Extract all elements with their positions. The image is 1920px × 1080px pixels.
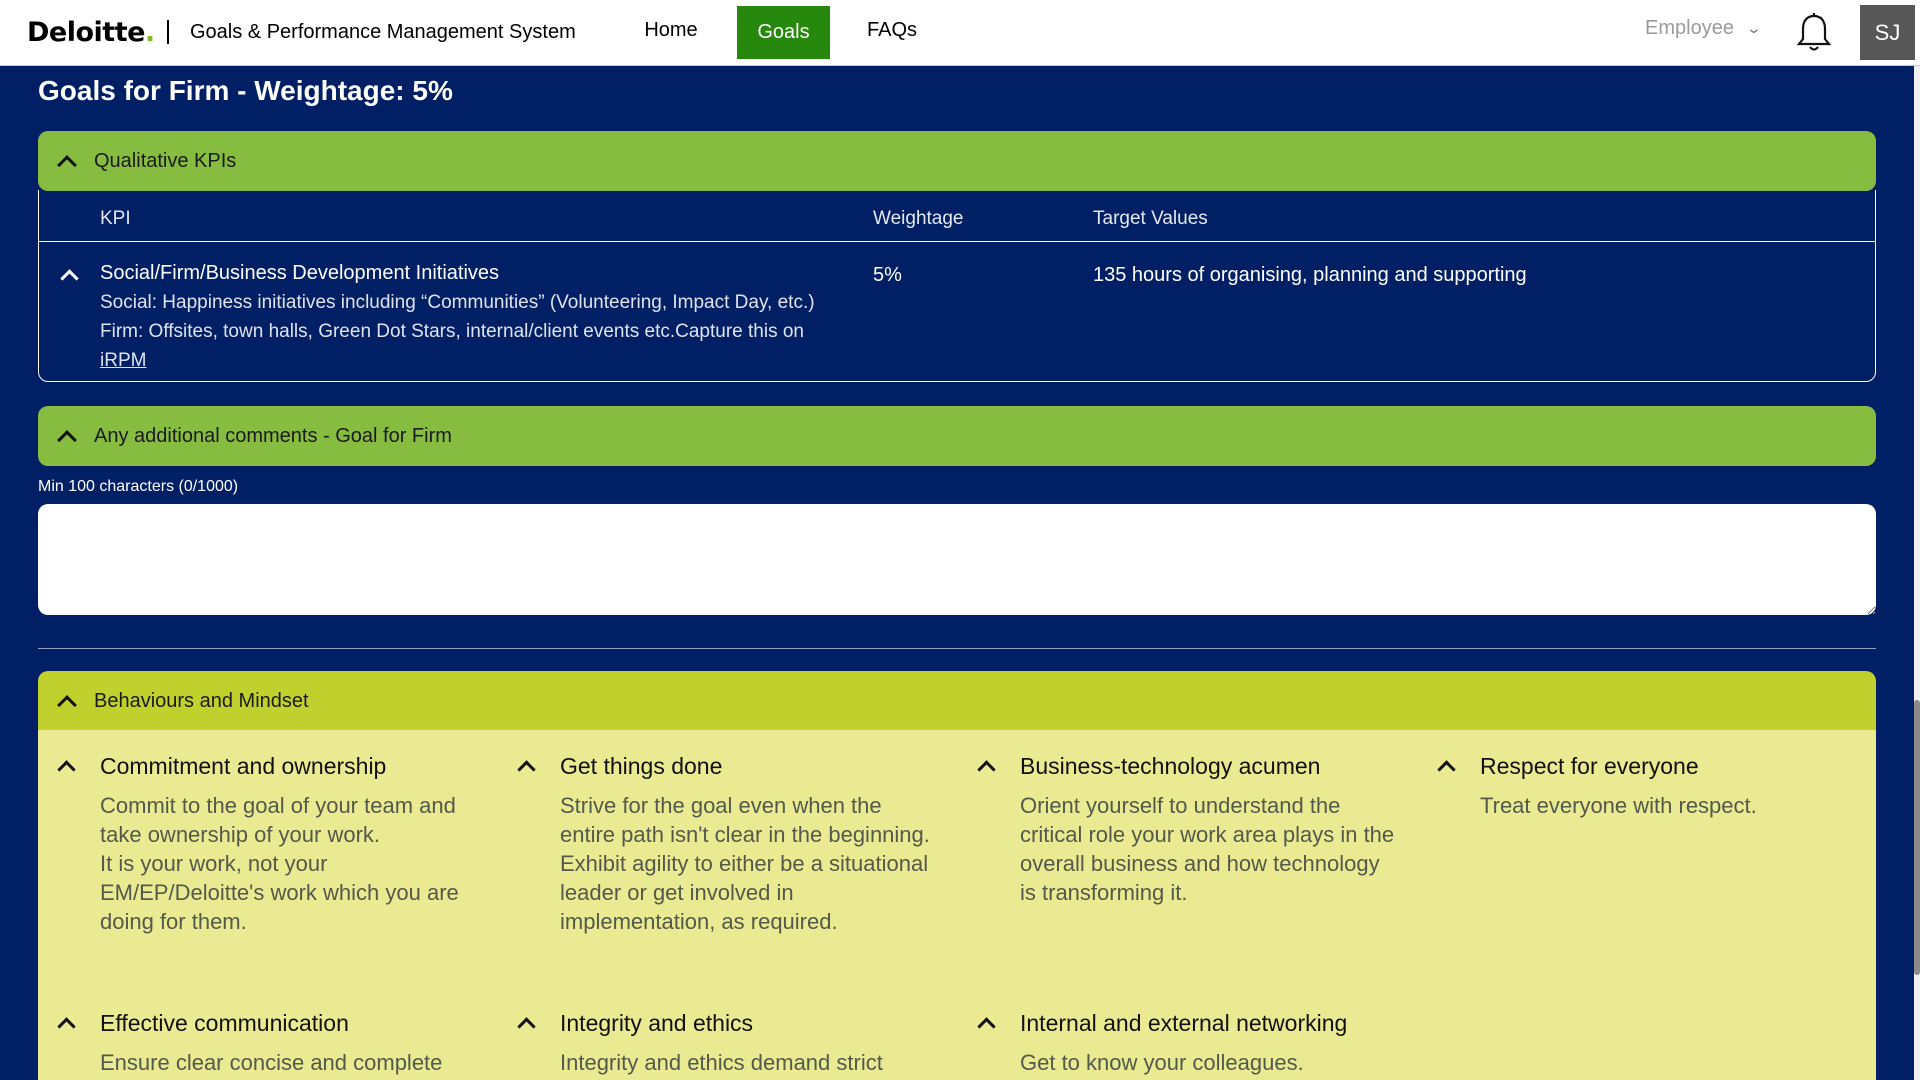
deloitte-logo[interactable]: Deloitte. (27, 17, 155, 48)
comments-header[interactable]: Any additional comments - Goal for Firm (38, 406, 1876, 466)
panel-label: Behaviours and Mindset (94, 689, 309, 712)
app-title: Goals & Performance Management System (190, 21, 576, 43)
avatar[interactable]: SJ (1860, 5, 1915, 60)
behaviour-desc: Commit to the goal of your team and take… (100, 793, 459, 934)
behaviour-title: Respect for everyone (1480, 753, 1699, 779)
comment-textarea[interactable] (38, 504, 1876, 615)
behaviour-desc: Get to know your colleagues. (1020, 1050, 1304, 1075)
divider (38, 648, 1876, 649)
chevron-up-icon[interactable] (60, 269, 79, 288)
char-count-hint: Min 100 characters (0/1000) (38, 478, 239, 495)
behaviour-desc: Orient yourself to understand the critic… (1020, 793, 1395, 905)
column-header-weightage: Weightage (873, 208, 964, 229)
header-divider (167, 20, 169, 44)
column-header-target: Target Values (1093, 208, 1208, 229)
logo-dot: . (144, 17, 155, 48)
chevron-up-icon[interactable] (57, 760, 76, 779)
behaviour-title: Commitment and ownership (100, 753, 387, 779)
behaviour-desc: Integrity and ethics demand strict (560, 1050, 883, 1075)
chevron-up-icon[interactable] (517, 1017, 536, 1036)
behaviour-desc: Ensure clear concise and complete (100, 1050, 443, 1075)
chevron-up-icon (57, 155, 77, 175)
kpi-weightage: 5% (873, 264, 902, 286)
chevron-up-icon (57, 695, 77, 715)
column-header-kpi: KPI (100, 208, 131, 229)
chevron-up-icon[interactable] (1437, 760, 1456, 779)
scrollbar-thumb[interactable] (1914, 700, 1920, 975)
behaviour-desc: Treat everyone with respect. (1480, 793, 1757, 818)
behaviour-title: Internal and external networking (1020, 1010, 1348, 1036)
kpi-table: KPI Weightage Target Values Social/Firm/… (38, 190, 1876, 382)
role-dropdown[interactable]: Employee ⌄ (1645, 17, 1763, 40)
kpi-desc-line: Firm: Offsites, town halls, Green Dot St… (100, 321, 805, 342)
nav-faqs[interactable]: FAQs (858, 0, 926, 60)
top-navbar: Deloitte. Goals & Performance Management… (0, 0, 1920, 66)
behaviour-title: Integrity and ethics (560, 1010, 754, 1036)
kpi-table-header: KPI Weightage Target Values (39, 190, 1875, 242)
chevron-up-icon[interactable] (517, 760, 536, 779)
kpi-description: Social: Happiness initiatives including … (100, 288, 880, 375)
behaviours-grid: Commitment and ownership Commit to the g… (38, 730, 1876, 1080)
nav-home[interactable]: Home (630, 0, 712, 60)
kpi-desc-line: Social: Happiness initiatives including … (100, 292, 815, 313)
chevron-up-icon[interactable] (977, 1017, 996, 1036)
chevron-up-icon (57, 430, 77, 450)
behaviour-title: Business-technology acumen (1020, 753, 1321, 779)
behaviours-header[interactable]: Behaviours and Mindset (38, 671, 1876, 731)
role-dropdown-value: Employee (1645, 17, 1734, 39)
chevron-up-icon[interactable] (57, 1017, 76, 1036)
behaviour-title: Get things done (560, 753, 723, 779)
chevron-down-icon: ⌄ (1745, 20, 1763, 36)
nav-goals[interactable]: Goals (737, 6, 830, 59)
qualitative-kpis-header[interactable]: Qualitative KPIs (38, 131, 1876, 191)
panel-label: Qualitative KPIs (94, 149, 237, 172)
behaviour-title: Effective communication (100, 1010, 349, 1036)
bell-icon[interactable] (1794, 12, 1834, 54)
kpi-name: Social/Firm/Business Development Initiat… (100, 262, 500, 284)
panel-label: Any additional comments - Goal for Firm (94, 424, 452, 447)
page-title: Goals for Firm - Weightage: 5% (38, 75, 453, 106)
behaviour-desc: Strive for the goal even when the entire… (560, 793, 930, 934)
logo-text: Deloitte (27, 17, 145, 48)
irpm-link[interactable]: iRPM (100, 350, 146, 371)
kpi-target: 135 hours of organising, planning and su… (1093, 264, 1527, 286)
chevron-up-icon[interactable] (977, 760, 996, 779)
